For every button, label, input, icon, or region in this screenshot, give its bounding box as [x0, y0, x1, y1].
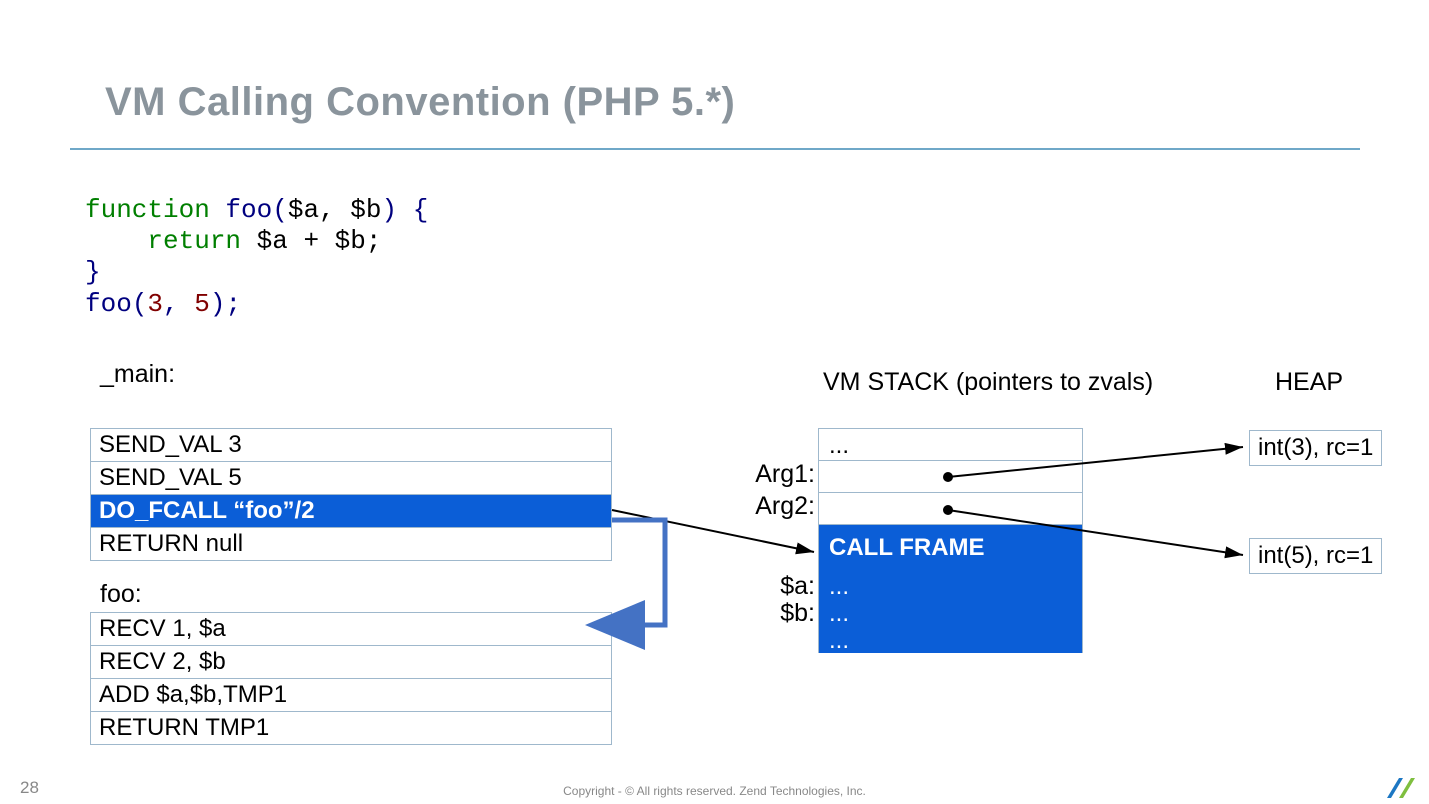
stack-label: $a: [740, 572, 815, 599]
title-divider [70, 148, 1360, 150]
code-params: $a, $b [288, 195, 382, 225]
code-brace-close: } [85, 257, 101, 287]
stack-label: Arg1: [740, 460, 815, 492]
stack-row: ... [819, 572, 1082, 599]
stack-label: $b: [740, 599, 815, 626]
footer-copyright: Copyright - © All rights reserved. Zend … [0, 784, 1429, 798]
foo-oplist: RECV 1, $a RECV 2, $b ADD $a,$b,TMP1 RET… [90, 612, 612, 745]
code-paren-close: ) { [381, 195, 428, 225]
code-call-fn: foo [85, 289, 132, 319]
stack-label [740, 428, 815, 460]
vm-stack: ... CALL FRAME ... ... ... [818, 428, 1083, 653]
op-row: RECV 2, $b [91, 646, 611, 679]
stack-label: Arg2: [740, 492, 815, 524]
stack-row: ... [819, 626, 1082, 653]
stack-row: ... [819, 429, 1082, 461]
slide: VM Calling Convention (PHP 5.*) function… [0, 0, 1429, 804]
stack-row-arg1 [819, 461, 1082, 493]
stack-label [740, 524, 815, 572]
main-oplist: SEND_VAL 3 SEND_VAL 5 DO_FCALL “foo”/2 R… [90, 428, 612, 561]
stack-title: VM STACK (pointers to zvals) [823, 368, 1153, 397]
code-comma: , [163, 289, 194, 319]
foo-label: foo: [100, 580, 142, 609]
code-call-paren-close: ); [210, 289, 241, 319]
code-call-paren: ( [132, 289, 148, 319]
op-row: RECV 1, $a [91, 613, 611, 646]
code-paren: ( [272, 195, 288, 225]
code-num-5: 5 [194, 289, 210, 319]
stack-row-arg2 [819, 493, 1082, 525]
stack-row-labels: Arg1: Arg2: $a: $b: [740, 428, 815, 658]
code-kw-function: function [85, 195, 210, 225]
op-row: RETURN TMP1 [91, 712, 611, 745]
code-block: function foo($a, $b) { return $a + $b; }… [85, 195, 428, 320]
code-fn-name: foo [210, 195, 272, 225]
op-row: ADD $a,$b,TMP1 [91, 679, 611, 712]
code-num-3: 3 [147, 289, 163, 319]
stack-call-frame: CALL FRAME [819, 525, 1082, 572]
op-row-highlight: DO_FCALL “foo”/2 [91, 495, 611, 528]
op-row: RETURN null [91, 528, 611, 561]
heap-title: HEAP [1275, 368, 1343, 397]
heap-cell-int3: int(3), rc=1 [1249, 430, 1382, 466]
code-kw-return: return [147, 226, 241, 256]
heap-cell-int5: int(5), rc=1 [1249, 538, 1382, 574]
stack-row: ... [819, 599, 1082, 626]
op-row: SEND_VAL 3 [91, 429, 611, 462]
slide-title: VM Calling Convention (PHP 5.*) [105, 80, 735, 125]
code-expr: $a + $b; [241, 226, 381, 256]
stack-label [740, 626, 815, 658]
op-row: SEND_VAL 5 [91, 462, 611, 495]
zend-logo-icon [1385, 776, 1417, 800]
main-label: _main: [100, 360, 175, 389]
